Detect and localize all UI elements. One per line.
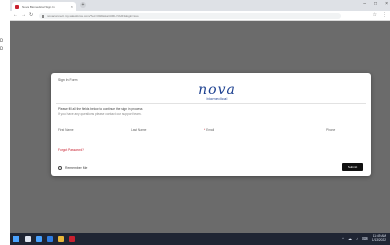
left-edge-strip: D D: [0, 0, 10, 245]
clock-date: 1/13/2022: [371, 237, 386, 242]
close-window-icon[interactable]: ×: [385, 1, 388, 7]
taskbar-clock[interactable]: 11:49 AM 1/13/2022: [371, 234, 386, 243]
system-tray: ^ ☁ ♪ ⌨ 11:49 AM 1/13/2022: [342, 234, 386, 243]
file-explorer-icon[interactable]: [58, 236, 64, 242]
windows-taskbar: ^ ☁ ♪ ⌨ 11:49 AM 1/13/2022: [10, 233, 390, 245]
edge-tick: D: [0, 38, 4, 43]
tab-active[interactable]: Nova Biomedical Sign In ×: [12, 2, 76, 11]
back-icon[interactable]: ←: [13, 12, 18, 18]
address-url: novaconnect.my.salesforce.com/?ec=302&st…: [47, 14, 139, 18]
remember-radio[interactable]: [58, 166, 62, 170]
bookmark-star-icon[interactable]: ☆: [373, 12, 377, 18]
logo-wordmark: nova: [198, 82, 236, 98]
reload-icon[interactable]: ↻: [29, 12, 33, 18]
menu-dots-icon[interactable]: ⋮: [382, 12, 387, 18]
chrome-icon[interactable]: [69, 236, 75, 242]
remember-label: Remember Me: [65, 166, 88, 170]
edge-browser-icon[interactable]: [47, 236, 53, 242]
new-tab-button[interactable]: +: [80, 2, 86, 8]
onedrive-icon[interactable]: ☁: [348, 236, 352, 241]
address-bar[interactable]: novaconnect.my.salesforce.com/?ec=302&st…: [39, 13, 341, 19]
dialog-divider: [56, 103, 366, 104]
field-first-name[interactable]: First Name: [58, 128, 74, 132]
field-last-name[interactable]: Last Name: [131, 128, 146, 132]
remember-me-option[interactable]: Remember Me: [58, 166, 87, 170]
field-phone[interactable]: Phone: [326, 128, 335, 132]
logo-subtitle: biomedical: [206, 96, 228, 101]
form-fields-row: First Name Last Name * Email Phone: [58, 128, 364, 134]
volume-icon[interactable]: ♪: [356, 236, 358, 241]
favicon-icon: [15, 4, 19, 9]
forward-icon[interactable]: →: [21, 12, 26, 18]
task-view-icon[interactable]: [36, 236, 42, 242]
tray-chevron-icon[interactable]: ^: [342, 236, 344, 241]
tab-title: Nova Biomedical Sign In: [22, 4, 55, 9]
field-label: Email: [206, 128, 215, 132]
forgot-password-link[interactable]: Forgot Password?: [58, 148, 84, 152]
field-label: Last Name: [131, 128, 147, 132]
edge-tick: D: [0, 46, 4, 51]
lock-icon: [42, 14, 44, 18]
nova-biomedical-logo: nova biomedical: [186, 83, 248, 101]
field-label: First Name: [58, 128, 74, 132]
close-tab-icon[interactable]: ×: [71, 4, 73, 9]
dialog-message: Please fill all the fields below to cont…: [58, 107, 258, 116]
submit-button[interactable]: Submit: [342, 163, 363, 171]
windows-start-icon[interactable]: [13, 236, 19, 242]
toolbar-actions: ☆ ⋮: [373, 12, 387, 18]
search-icon[interactable]: [25, 236, 31, 242]
field-label: Phone: [326, 128, 336, 132]
message-line-2: If you have any questions please contact…: [58, 111, 142, 116]
tab-bar: Nova Biomedical Sign In × + – □ ×: [10, 0, 390, 11]
browser-toolbar: ← → ↻ novaconnect.my.salesforce.com/?ec=…: [10, 11, 390, 21]
browser-window: Nova Biomedical Sign In × + – □ × ← → ↻ …: [10, 0, 390, 245]
dialog-title: Sign In Form: [58, 78, 78, 82]
window-controls: – □ ×: [363, 1, 388, 7]
sign-in-dialog: Sign In Form nova biomedical Please fill…: [51, 73, 371, 176]
field-email[interactable]: * Email: [204, 128, 214, 132]
maximize-icon[interactable]: □: [374, 1, 377, 7]
page-backdrop: Sign In Form nova biomedical Please fill…: [10, 21, 390, 233]
minimize-icon[interactable]: –: [363, 1, 366, 7]
keyboard-icon[interactable]: ⌨: [362, 236, 368, 241]
